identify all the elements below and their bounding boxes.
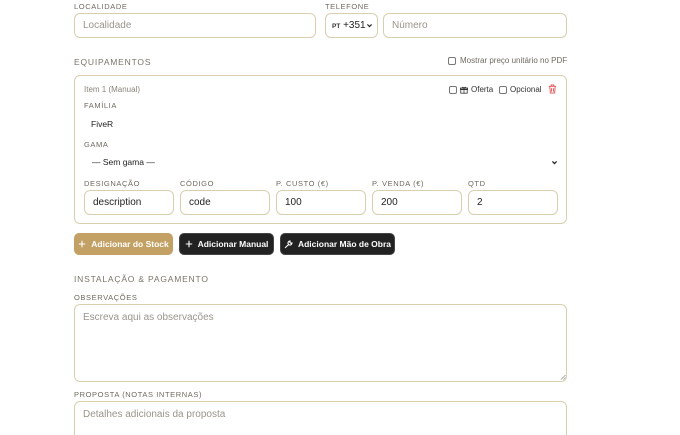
country-code-select[interactable]: PT +351 [325,13,378,38]
add-from-stock-label: Adicionar do Stock [91,239,169,249]
plus-icon [79,240,86,248]
sale-price-value: 200 [381,197,398,208]
chevron-down-icon [551,160,558,164]
cost-price-label: P. CUSTO (€) [276,179,329,188]
notes-placeholder: Escreva aqui as observações [83,312,214,323]
notes-textarea[interactable]: Escreva aqui as observações [74,304,567,382]
notes-label: OBSERVAÇÕES [74,293,138,302]
add-manual-label: Adicionar Manual [197,239,269,249]
show-unit-price-label: Mostrar preço unitário no PDF [460,56,568,65]
locality-placeholder: Localidade [83,20,132,31]
locality-input[interactable]: Localidade [74,13,316,38]
optional-label: Opcional [510,85,542,94]
chevron-down-icon [367,24,372,28]
country-flag: PT [332,23,341,30]
code-input[interactable]: code [180,190,270,215]
trash-icon[interactable] [548,84,557,94]
offer-checkbox[interactable] [449,85,457,94]
locality-label: LOCALIDADE [74,2,128,11]
designation-input[interactable]: description [84,190,174,215]
item-title: Item 1 (Manual) [84,85,141,94]
plus-icon [185,240,192,248]
equipment-section-title: EQUIPAMENTOS [74,57,152,67]
range-select[interactable]: — Sem gama — [84,152,558,172]
quantity-value: 2 [477,197,483,208]
country-code-display: PT +351 [332,20,366,31]
cost-price-input[interactable]: 100 [276,190,366,215]
quantity-input[interactable]: 2 [468,190,558,215]
proposal-label: PROPOSTA (NOTAS INTERNAS) [74,390,203,399]
phone-input[interactable]: Número [383,13,567,38]
optional-toggle[interactable]: Opcional [499,85,542,94]
family-label: FAMÍLIA [84,101,117,110]
add-manual-button[interactable]: Adicionar Manual [179,233,274,255]
add-from-stock-button[interactable]: Adicionar do Stock [74,233,173,255]
add-labor-button[interactable]: Adicionar Mão de Obra [280,233,395,255]
country-code-value: +351 [343,20,366,31]
proposal-textarea[interactable]: Detalhes adicionais da proposta [74,401,567,435]
range-value: — Sem gama — [92,157,155,167]
installation-section-title: INSTALAÇÃO & PAGAMENTO [74,274,209,284]
optional-checkbox[interactable] [499,85,507,94]
show-unit-price-checkbox[interactable] [448,56,456,65]
offer-toggle[interactable]: Oferta [449,85,493,94]
gift-icon [460,86,468,94]
designation-label: DESIGNAÇÃO [84,179,141,188]
resize-handle-icon[interactable] [560,374,566,380]
code-label: CÓDIGO [180,179,215,188]
code-value: code [189,197,211,208]
offer-label: Oferta [471,85,494,94]
show-unit-price-toggle[interactable]: Mostrar preço unitário no PDF [448,56,567,65]
proposal-placeholder: Detalhes adicionais da proposta [83,409,226,420]
phone-placeholder: Número [392,20,428,31]
sale-price-label: P. VENDA (€) [372,179,425,188]
range-label: GAMA [84,140,109,149]
designation-value: description [93,197,142,208]
family-value[interactable]: FiveR [91,119,113,129]
quantity-label: QTD [468,179,486,188]
cost-price-value: 100 [285,197,302,208]
add-labor-label: Adicionar Mão de Obra [297,239,392,249]
wrench-icon [284,240,293,248]
phone-label: TELEFONE [325,2,370,11]
sale-price-input[interactable]: 200 [372,190,462,215]
